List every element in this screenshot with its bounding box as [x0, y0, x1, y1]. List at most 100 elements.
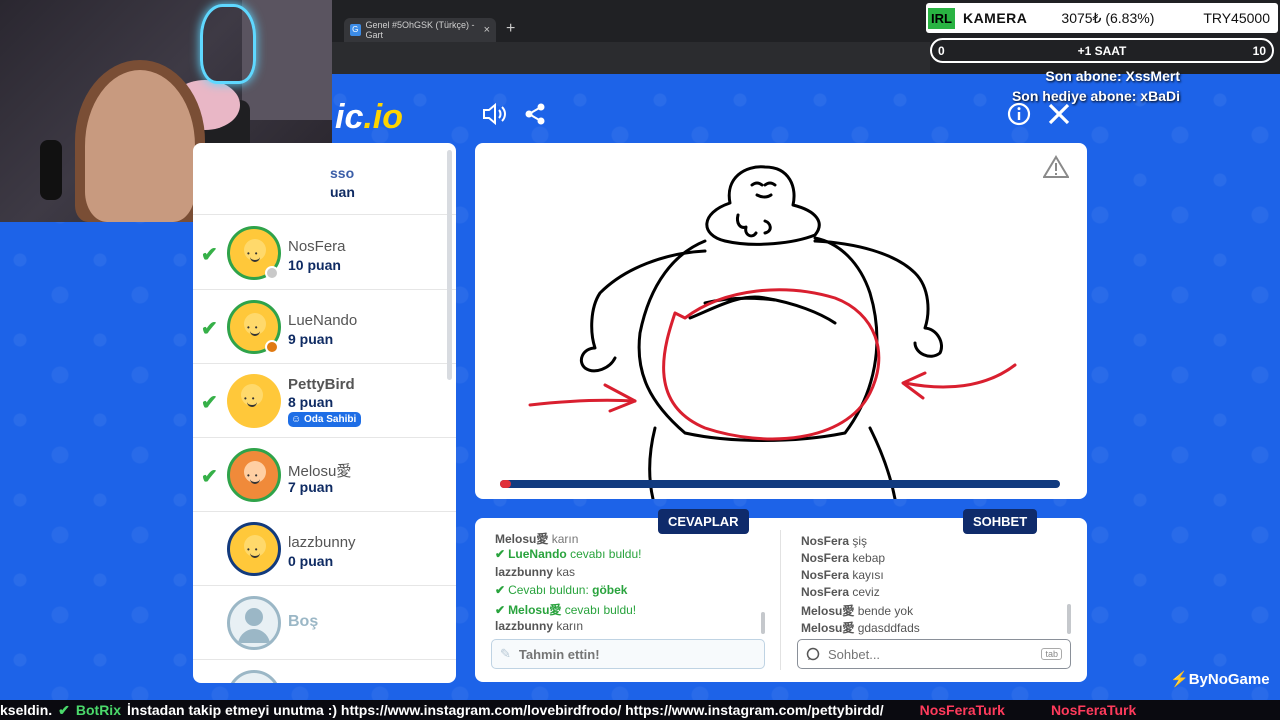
favicon-icon: G — [350, 24, 361, 36]
panel-divider — [780, 530, 781, 670]
last-sub-text: Son abone: XssMert — [1045, 68, 1180, 84]
player-row-partial — [193, 660, 456, 683]
ticker-lead: kseldin. — [0, 702, 53, 718]
chat-label: SOHBET — [963, 509, 1038, 534]
message-user: Melosu愛 — [508, 603, 562, 617]
badge-label: Oda Sahibi — [304, 414, 357, 425]
message-text: şiş — [852, 534, 868, 548]
chat-message: NosFera ceviz — [801, 585, 880, 599]
status-dot — [265, 340, 279, 354]
stream-ticker: kseldin. ✔ BotRix İnstadan takip etmeyi … — [0, 700, 1280, 720]
player-row[interactable]: •• lazzbunny 0 puan — [193, 512, 456, 586]
message-text: cevabı buldu! — [564, 603, 637, 617]
share-icon[interactable] — [523, 102, 547, 133]
message-user: Melosu愛 — [801, 604, 855, 618]
message-text: ceviz — [852, 585, 880, 599]
guess-input-box: ✎ — [491, 639, 765, 669]
message-text: gdasddfads — [857, 621, 920, 635]
tab-key-hint: tab — [1041, 648, 1062, 660]
message-text: kayısı — [852, 568, 884, 582]
goal-amount: 3075₺ (6.83%) — [1061, 9, 1155, 26]
message-user: NosFera — [801, 534, 850, 548]
message-text: kebap — [852, 551, 886, 565]
player-row[interactable]: ✔ •• NosFera 10 puan — [193, 216, 456, 290]
check-icon: ✔ — [495, 603, 506, 617]
guessed-check-icon: ✔ — [201, 466, 218, 488]
message-user: NosFera — [801, 551, 850, 565]
drawing-canvas[interactable] — [475, 143, 1087, 499]
guess-input[interactable] — [518, 646, 719, 662]
message-user: NosFera — [801, 585, 850, 599]
round-timer-fill — [500, 480, 512, 488]
info-icon[interactable] — [1007, 102, 1031, 133]
message-text: kas — [556, 565, 576, 579]
webcam-microphone — [40, 140, 62, 200]
browser-tab[interactable]: G Genel #5OhGSK (Türkçe) - Gart × — [344, 18, 496, 42]
new-tab-button[interactable]: + — [506, 20, 515, 38]
answer-message: ✔ Cevabı buldun: göbek — [495, 583, 627, 597]
chat-scrollbar[interactable] — [1067, 604, 1071, 634]
check-icon: ✔ — [495, 583, 506, 597]
player-name: Melosu愛 — [288, 463, 352, 480]
last-gift-sub-text: Son hediye abone: xBaDi — [1011, 88, 1180, 104]
message-text: bende yok — [857, 604, 914, 618]
player-row[interactable]: ✔ •• Melosu愛 7 puan — [193, 438, 456, 512]
check-icon: ✔ — [495, 547, 506, 561]
browser-toolbar — [330, 42, 930, 74]
bot-icon: ✔ — [58, 701, 70, 718]
chat-input[interactable] — [828, 646, 1028, 662]
avatar: •• — [227, 522, 281, 576]
player-name: LueNando — [288, 312, 358, 329]
player-list-scrollbar[interactable] — [447, 150, 452, 380]
empty-avatar-icon — [227, 670, 281, 683]
goal-target: TRY45000 — [1203, 10, 1270, 26]
player-score: 10 puan — [288, 257, 341, 273]
chat-message: NosFera kayısı — [801, 568, 884, 582]
message-user: Melosu愛 — [801, 621, 855, 635]
answer-message: ✔ Melosu愛 cevabı buldu! — [495, 601, 636, 618]
player-list: ✔ •• NosFera 10 puan ✔ •• LueNando 9 pua… — [193, 143, 456, 683]
player-name: NosFera — [288, 238, 346, 255]
round-timer-bar — [500, 480, 1060, 488]
chat-message: NosFera şiş — [801, 534, 867, 548]
status-dot — [265, 266, 279, 280]
close-icon[interactable] — [1047, 102, 1071, 133]
message-text: karın — [556, 619, 584, 633]
progress-label: +1 SAAT — [1077, 43, 1127, 58]
chat-message: NosFera kebap — [801, 551, 885, 565]
guessed-check-icon: ✔ — [201, 244, 218, 266]
player-score: 0 puan — [288, 553, 334, 569]
drawing — [528, 165, 1017, 499]
ticker-bot-name: BotRix — [75, 702, 121, 718]
player-score-partial: uan — [330, 184, 355, 200]
ticker-user: NosFeraTurk — [1050, 702, 1137, 718]
neon-bird-sign — [200, 4, 256, 84]
answers-label: CEVAPLAR — [658, 509, 749, 534]
donation-goal-bar: IRL KAMERA 3075₺ (6.83%) TRY45000 — [926, 3, 1278, 33]
sponsor-text: ByNoGame — [1188, 671, 1270, 688]
chat-message: Melosu愛 gdasddfads — [801, 619, 920, 636]
game-logo: ic.io — [335, 98, 403, 137]
report-warning-icon[interactable] — [1043, 155, 1069, 179]
avatar: •• — [227, 374, 281, 428]
logo-text: ic — [335, 98, 364, 136]
speaker-icon[interactable] — [481, 102, 507, 133]
answer-message: ✔ LueNando cevabı buldu! — [495, 547, 641, 561]
avatar: •• — [227, 448, 281, 502]
empty-slot-label: Boş — [288, 613, 319, 630]
pencil-icon: ✎ — [500, 646, 511, 661]
message-user: Melosu愛 — [495, 532, 549, 546]
chat-input-box: tab — [797, 639, 1071, 669]
ticker-user: NosFeraTurk — [919, 702, 1005, 718]
guessed-check-icon: ✔ — [201, 318, 218, 340]
player-row[interactable]: ✔ •• LueNando 9 puan — [193, 290, 456, 364]
tab-title: Genel #5OhGSK (Türkçe) - Gart — [365, 20, 475, 40]
message-user: NosFera — [801, 568, 850, 582]
player-name: PettyBird — [288, 376, 355, 393]
close-tab-icon[interactable]: × — [484, 24, 490, 36]
player-score: 7 puan — [288, 479, 334, 495]
answers-scrollbar[interactable] — [761, 612, 765, 634]
player-row[interactable]: ✔ •• PettyBird 8 puan ☺ Oda Sahibi — [193, 364, 456, 438]
irl-tag: IRL — [928, 7, 955, 29]
player-name-partial: sso — [330, 165, 355, 181]
